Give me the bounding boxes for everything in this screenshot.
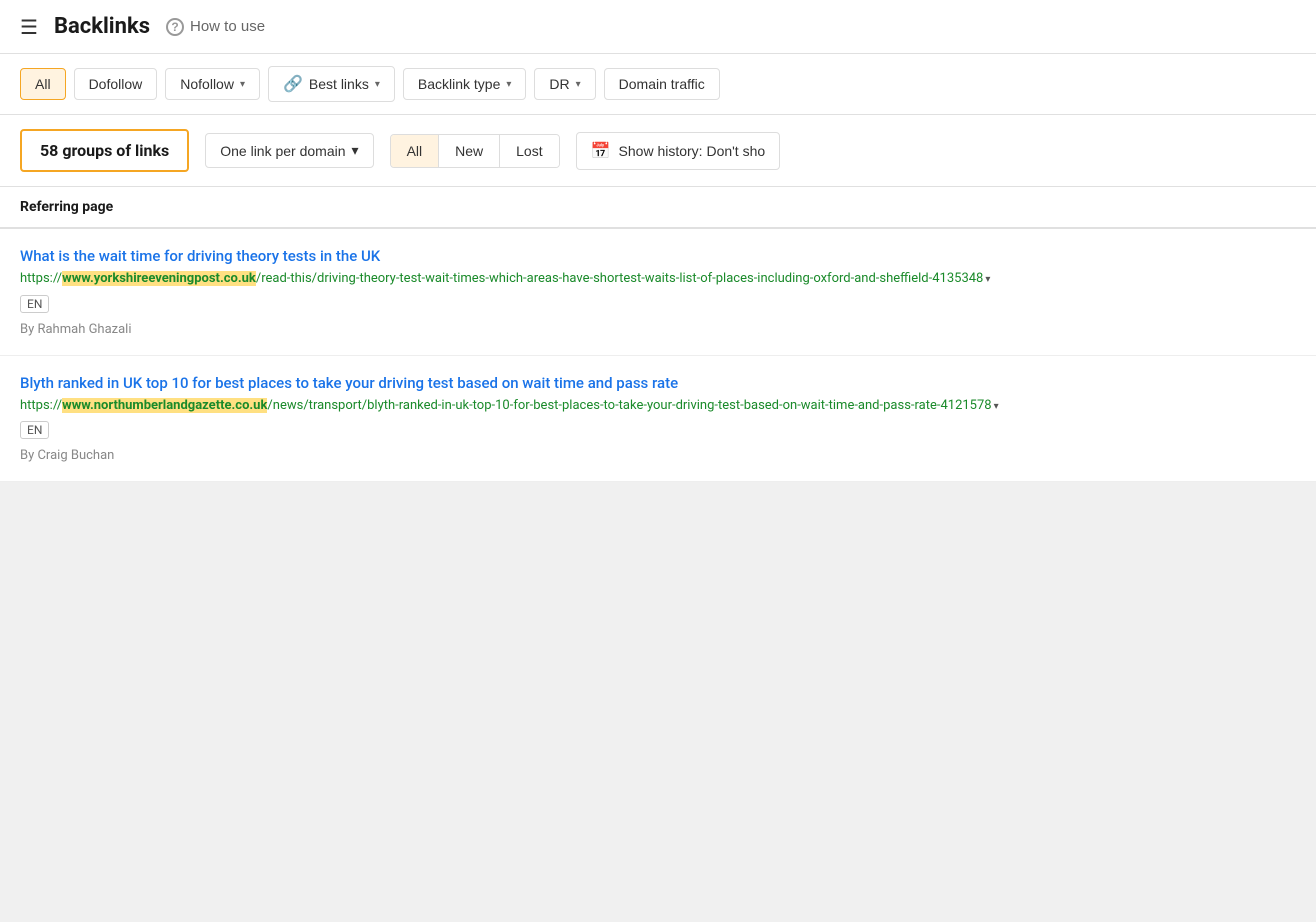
result-item: Blyth ranked in UK top 10 for best place…: [0, 356, 1316, 483]
result-item: What is the wait time for driving theory…: [0, 229, 1316, 356]
filter-best-links-button[interactable]: 🔗 Best links ▾: [268, 66, 395, 102]
url-chevron-icon: ▾: [994, 401, 999, 412]
filter-dofollow-button[interactable]: Dofollow: [74, 68, 158, 100]
filter-best-links-label: Best links: [309, 76, 369, 92]
table-header: Referring page: [0, 187, 1316, 229]
link-icon: 🔗: [283, 74, 303, 94]
author-label: By Rahmah Ghazali: [20, 322, 1296, 337]
link-type-lost-label: Lost: [516, 143, 542, 159]
link-type-all-label: All: [407, 143, 423, 159]
results-list: What is the wait time for driving theory…: [0, 229, 1316, 482]
filter-dr-button[interactable]: DR ▾: [534, 68, 595, 100]
result-title-text: What is the wait time for driving theory…: [20, 247, 380, 265]
url-prefix: https://: [20, 271, 62, 286]
show-history-button[interactable]: 📅 Show history: Don't sho: [576, 132, 781, 170]
one-link-per-domain-label: One link per domain: [220, 143, 345, 159]
link-type-lost-button[interactable]: Lost: [500, 135, 558, 167]
url-path: /news/transport/blyth-ranked-in-uk-top-1…: [267, 398, 991, 413]
dr-chevron-icon: ▾: [576, 79, 581, 90]
lang-badge: EN: [20, 295, 49, 313]
one-link-per-domain-button[interactable]: One link per domain ▾: [205, 133, 373, 168]
groups-count-badge: 58 groups of links: [20, 129, 189, 172]
result-url: https://www.northumberlandgazette.co.uk/…: [20, 396, 1296, 416]
result-title-link[interactable]: What is the wait time for driving theory…: [20, 247, 1296, 265]
nofollow-chevron-icon: ▾: [240, 79, 245, 90]
filters-bar: All Dofollow Nofollow ▾ 🔗 Best links ▾ B…: [0, 54, 1316, 115]
calendar-icon: 📅: [591, 141, 611, 161]
result-url: https://www.yorkshireeveningpost.co.uk/r…: [20, 269, 1296, 289]
referring-page-header: Referring page: [20, 199, 113, 215]
filter-backlink-type-button[interactable]: Backlink type ▾: [403, 68, 527, 100]
filter-all-label: All: [35, 76, 51, 92]
how-to-use-button[interactable]: ? How to use: [166, 18, 265, 36]
best-links-chevron-icon: ▾: [375, 79, 380, 90]
url-domain: www.northumberlandgazette.co.uk: [62, 398, 267, 413]
url-prefix: https://: [20, 398, 62, 413]
author-label: By Craig Buchan: [20, 448, 1296, 463]
result-title-link[interactable]: Blyth ranked in UK top 10 for best place…: [20, 374, 1296, 392]
how-to-use-label: How to use: [190, 18, 265, 35]
filter-domain-traffic-label: Domain traffic: [619, 76, 705, 92]
link-type-new-button[interactable]: New: [439, 135, 500, 167]
help-icon: ?: [166, 18, 184, 36]
result-title-text: Blyth ranked in UK top 10 for best place…: [20, 374, 678, 392]
filter-dr-label: DR: [549, 76, 569, 92]
filter-nofollow-button[interactable]: Nofollow ▾: [165, 68, 260, 100]
header: ☰ Backlinks ? How to use: [0, 0, 1316, 54]
backlink-type-chevron-icon: ▾: [506, 79, 511, 90]
filter-domain-traffic-button[interactable]: Domain traffic: [604, 68, 720, 100]
lang-badge: EN: [20, 421, 49, 439]
url-chevron-icon: ▾: [985, 274, 990, 285]
link-type-all-button[interactable]: All: [391, 135, 440, 167]
filter-all-button[interactable]: All: [20, 68, 66, 100]
filter-dofollow-label: Dofollow: [89, 76, 143, 92]
url-path: /read-this/driving-theory-test-wait-time…: [256, 271, 984, 286]
filter-nofollow-label: Nofollow: [180, 76, 234, 92]
show-history-label: Show history: Don't sho: [619, 143, 766, 159]
one-link-chevron-icon: ▾: [352, 142, 359, 159]
link-type-new-label: New: [455, 143, 483, 159]
link-type-group: All New Lost: [390, 134, 560, 168]
page-title: Backlinks: [54, 14, 150, 39]
filter-backlink-type-label: Backlink type: [418, 76, 500, 92]
url-domain: www.yorkshireeveningpost.co.uk: [62, 271, 256, 286]
content-bar: 58 groups of links One link per domain ▾…: [0, 115, 1316, 187]
hamburger-icon[interactable]: ☰: [20, 15, 38, 39]
